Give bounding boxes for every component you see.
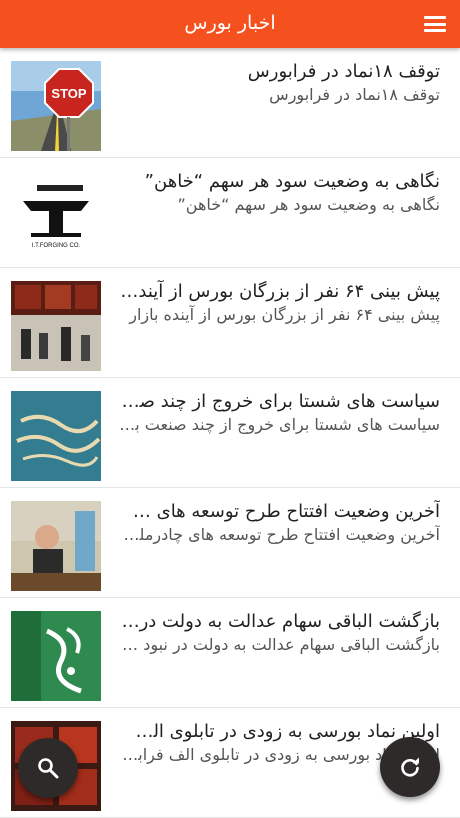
official-at-desk-thumbnail <box>11 501 101 591</box>
news-item[interactable]: I.T.FORGING CO. نگاهی به وضعیت سود هر سه… <box>0 158 460 268</box>
news-subtitle: پیش بینی ۶۴ نفر از بزرگان بورس از آینده … <box>129 305 440 324</box>
hamburger-menu-icon[interactable] <box>422 11 448 37</box>
news-title: پیش بینی ۶۴ نفر از بزرگان بورس از آینده … <box>118 281 440 302</box>
news-subtitle: نگاهی به وضعیت سود هر سهم “خاهن” <box>177 195 440 214</box>
news-subtitle: آخرین وضعیت افتتاح طرح توسعه های چادرملو… <box>118 525 440 544</box>
stop-sign-thumbnail: STOP <box>11 61 101 151</box>
svg-text:I.T.FORGING CO.: I.T.FORGING CO. <box>32 243 81 249</box>
news-subtitle: بازگشت الباقی سهام عدالت به دولت در نبود… <box>118 635 440 654</box>
app-title: اخبار بورس <box>184 12 276 34</box>
news-title: توقف ۱۸نماد در فرابورس <box>247 61 440 82</box>
news-title: نگاهی به وضعیت سود هر سهم “خاهن” <box>144 171 440 192</box>
refresh-button[interactable] <box>380 737 440 797</box>
forging-company-logo-thumbnail: I.T.FORGING CO. <box>11 171 101 261</box>
edalat-shares-thumbnail <box>11 611 101 701</box>
news-title: آخرین وضعیت افتتاح طرح توسعه های … <box>132 501 440 522</box>
search-icon <box>38 758 59 779</box>
news-title: بازگشت الباقی سهام عدالت به دولت در نب… <box>118 611 440 632</box>
refresh-icon <box>401 757 419 777</box>
company-sign-thumbnail <box>11 391 101 481</box>
news-item[interactable]: آخرین وضعیت افتتاح طرح توسعه های … آخرین… <box>0 488 460 598</box>
news-item[interactable]: STOP توقف ۱۸نماد در فرابورس توقف ۱۸نماد … <box>0 48 460 158</box>
news-title: سیاست های شستا برای خروج از چند صن… <box>118 391 440 412</box>
search-button[interactable] <box>18 738 78 798</box>
news-subtitle: توقف ۱۸نماد در فرابورس <box>269 85 440 104</box>
stock-exchange-thumbnail <box>11 281 101 371</box>
news-item[interactable]: بازگشت الباقی سهام عدالت به دولت در نب… … <box>0 598 460 708</box>
news-list: STOP توقف ۱۸نماد در فرابورس توقف ۱۸نماد … <box>0 48 460 818</box>
app-bar: اخبار بورس <box>0 0 460 48</box>
news-subtitle: سیاست های شستا برای خروج از چند صنعت بور… <box>118 415 440 434</box>
news-item[interactable]: سیاست های شستا برای خروج از چند صن… سیاس… <box>0 378 460 488</box>
news-item[interactable]: پیش بینی ۶۴ نفر از بزرگان بورس از آینده … <box>0 268 460 378</box>
svg-text:STOP: STOP <box>51 86 86 101</box>
news-title: اولین نماد بورسی به زودی در تابلوی الف … <box>118 721 440 742</box>
